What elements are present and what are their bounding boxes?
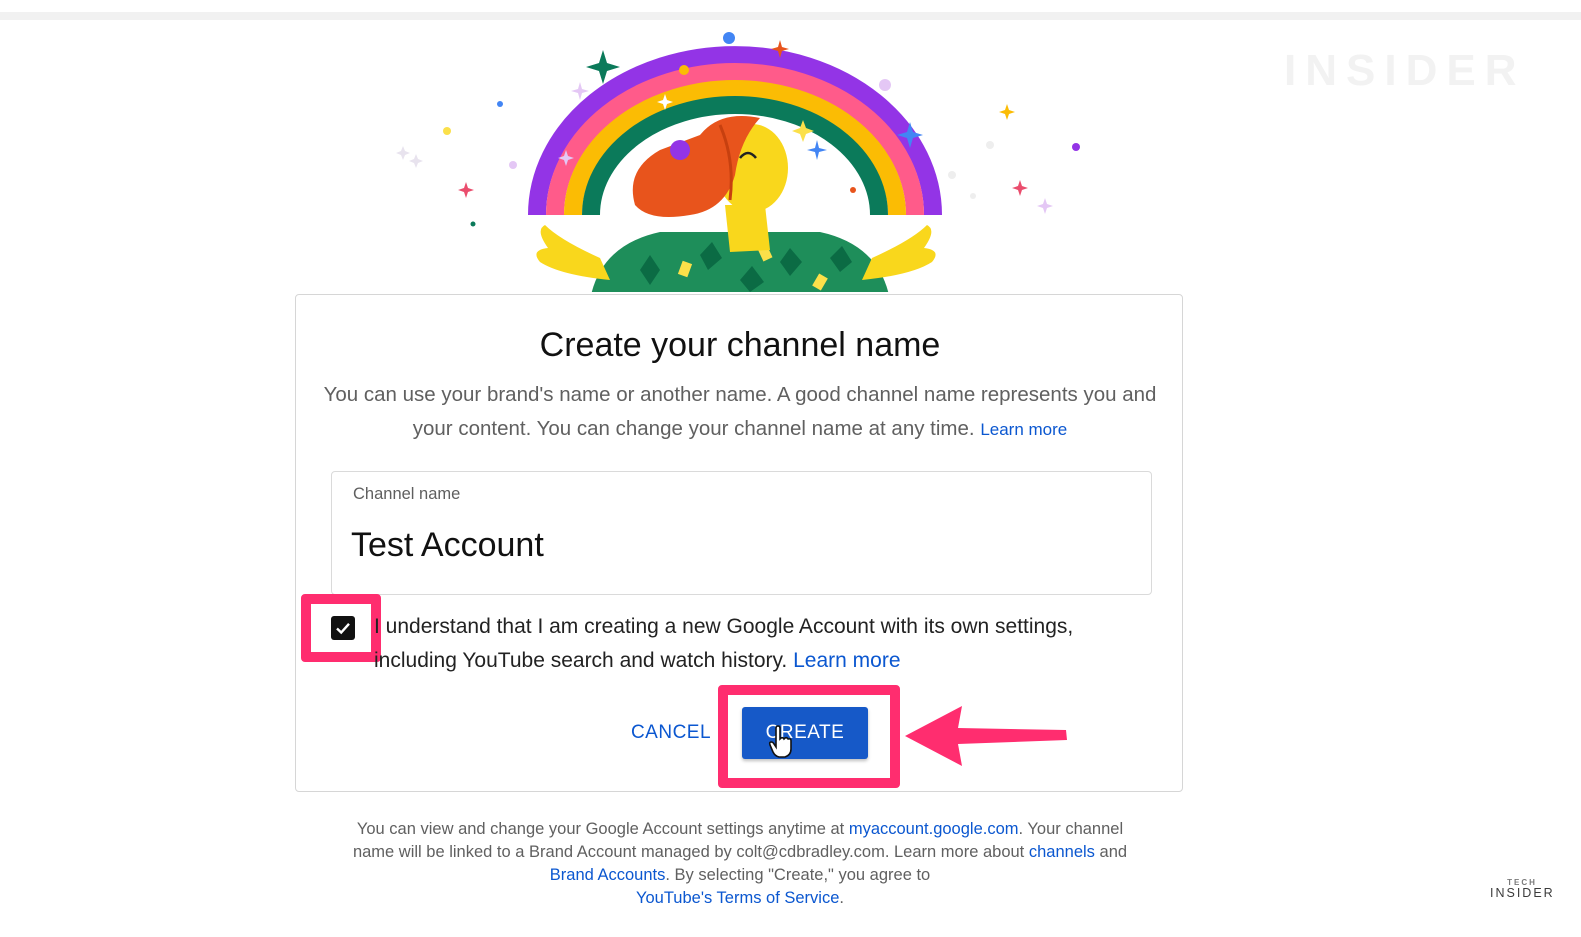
brand-accounts-link[interactable]: Brand Accounts [550,866,666,884]
hand-cursor-icon [768,725,792,758]
footer-tos-end: . [839,889,844,907]
checkbox-highlight [301,594,381,662]
footer-and: and [1099,843,1128,861]
consent-learn-more-link[interactable]: Learn more [793,649,900,672]
logo-insider: INSIDER [1490,886,1555,900]
cancel-button[interactable]: CANCEL [620,712,722,754]
tech-insider-logo: TECH INSIDER [1490,878,1554,899]
channel-name-label: Channel name [353,485,461,503]
dialog-description: You can use your brand's name or another… [320,378,1160,447]
channels-link[interactable]: channels [1029,843,1095,861]
dialog-title: Create your channel name [539,326,941,364]
channel-name-input[interactable] [351,520,1131,570]
footer-line1: You can view and change your Google Acco… [356,820,845,838]
consent-body: I understand that I am creating a new Go… [374,615,1074,672]
footer-line3: . By selecting "Create," you agree to [665,866,931,884]
create-highlight [718,685,900,788]
myaccount-link[interactable]: myaccount.google.com [849,820,1019,838]
consent-text: I understand that I am creating a new Go… [374,610,1144,678]
top-bar [0,12,1581,20]
terms-of-service-link[interactable]: YouTube's Terms of Service [636,889,839,907]
learn-more-link[interactable]: Learn more [980,420,1067,439]
pointer-arrow-icon [905,706,1067,766]
insider-watermark: INSIDER [1284,46,1526,95]
rainbow-celebration-illustration [396,32,1080,292]
footer-line1-end: . [1018,820,1024,838]
footer-text: You can view and change your Google Acco… [340,818,1140,910]
